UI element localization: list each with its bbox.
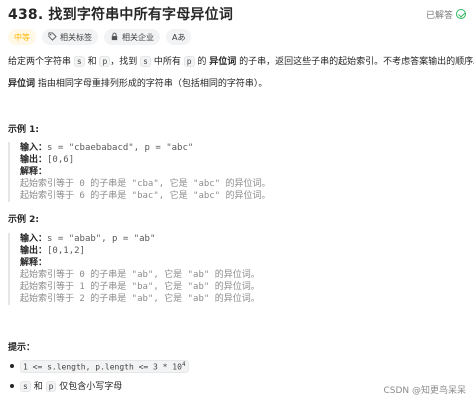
related-companies-label: 相关企业 bbox=[122, 32, 154, 42]
tag-bar: 中等 相关标签 相关企业 Aあ bbox=[8, 29, 192, 45]
description-line-1: 给定两个字符串 s 和 p ，找到 s 中所有 p 的 异位词 的子串，返回这些子… bbox=[8, 56, 474, 67]
bullet-dot bbox=[10, 364, 14, 369]
check-circle-icon bbox=[456, 9, 466, 19]
lock-icon bbox=[110, 32, 119, 43]
related-companies-button[interactable]: 相关企业 bbox=[104, 29, 160, 45]
related-tags-label: 相关标签 bbox=[60, 32, 92, 42]
related-tags-button[interactable]: 相关标签 bbox=[42, 29, 98, 45]
hint-item-2: s 和 p 仅包含小写字母 bbox=[10, 379, 122, 392]
bullet-dot bbox=[10, 383, 14, 388]
example-1-block: 输入：s = "cbaebabacd", p = "abc" 输出：[0,6] … bbox=[8, 142, 460, 202]
difficulty-badge: 中等 bbox=[8, 29, 36, 45]
csdn-watermark: CSDN @知更鸟呆呆 bbox=[383, 386, 466, 396]
difficulty-label: 中等 bbox=[14, 32, 30, 42]
problem-header: 438. 找到字符串中所有字母异位词 已解答 bbox=[8, 4, 466, 24]
example-2-block: 输入：s = "abab", p = "ab" 输出：[0,1,2] 解释： 起… bbox=[8, 233, 460, 305]
example-1-title: 示例 1: bbox=[8, 125, 39, 135]
tag-icon bbox=[48, 31, 57, 43]
example-2-title: 示例 2: bbox=[8, 215, 39, 225]
translate-icon: Aあ bbox=[172, 32, 186, 42]
solved-status-text: 已解答 bbox=[425, 10, 453, 21]
hints-title: 提示： bbox=[8, 343, 36, 353]
hint-item-1: 1 <= s.length, p.length <= 3 * 104 bbox=[10, 360, 189, 373]
solved-status: 已解答 bbox=[426, 8, 466, 21]
problem-title: 438. 找到字符串中所有字母异位词 bbox=[8, 7, 234, 23]
description-line-2: 异位词 指由相同字母重排列形成的字符串（包括相同的字符串）。 bbox=[8, 79, 268, 89]
translate-button[interactable]: Aあ bbox=[166, 29, 192, 45]
